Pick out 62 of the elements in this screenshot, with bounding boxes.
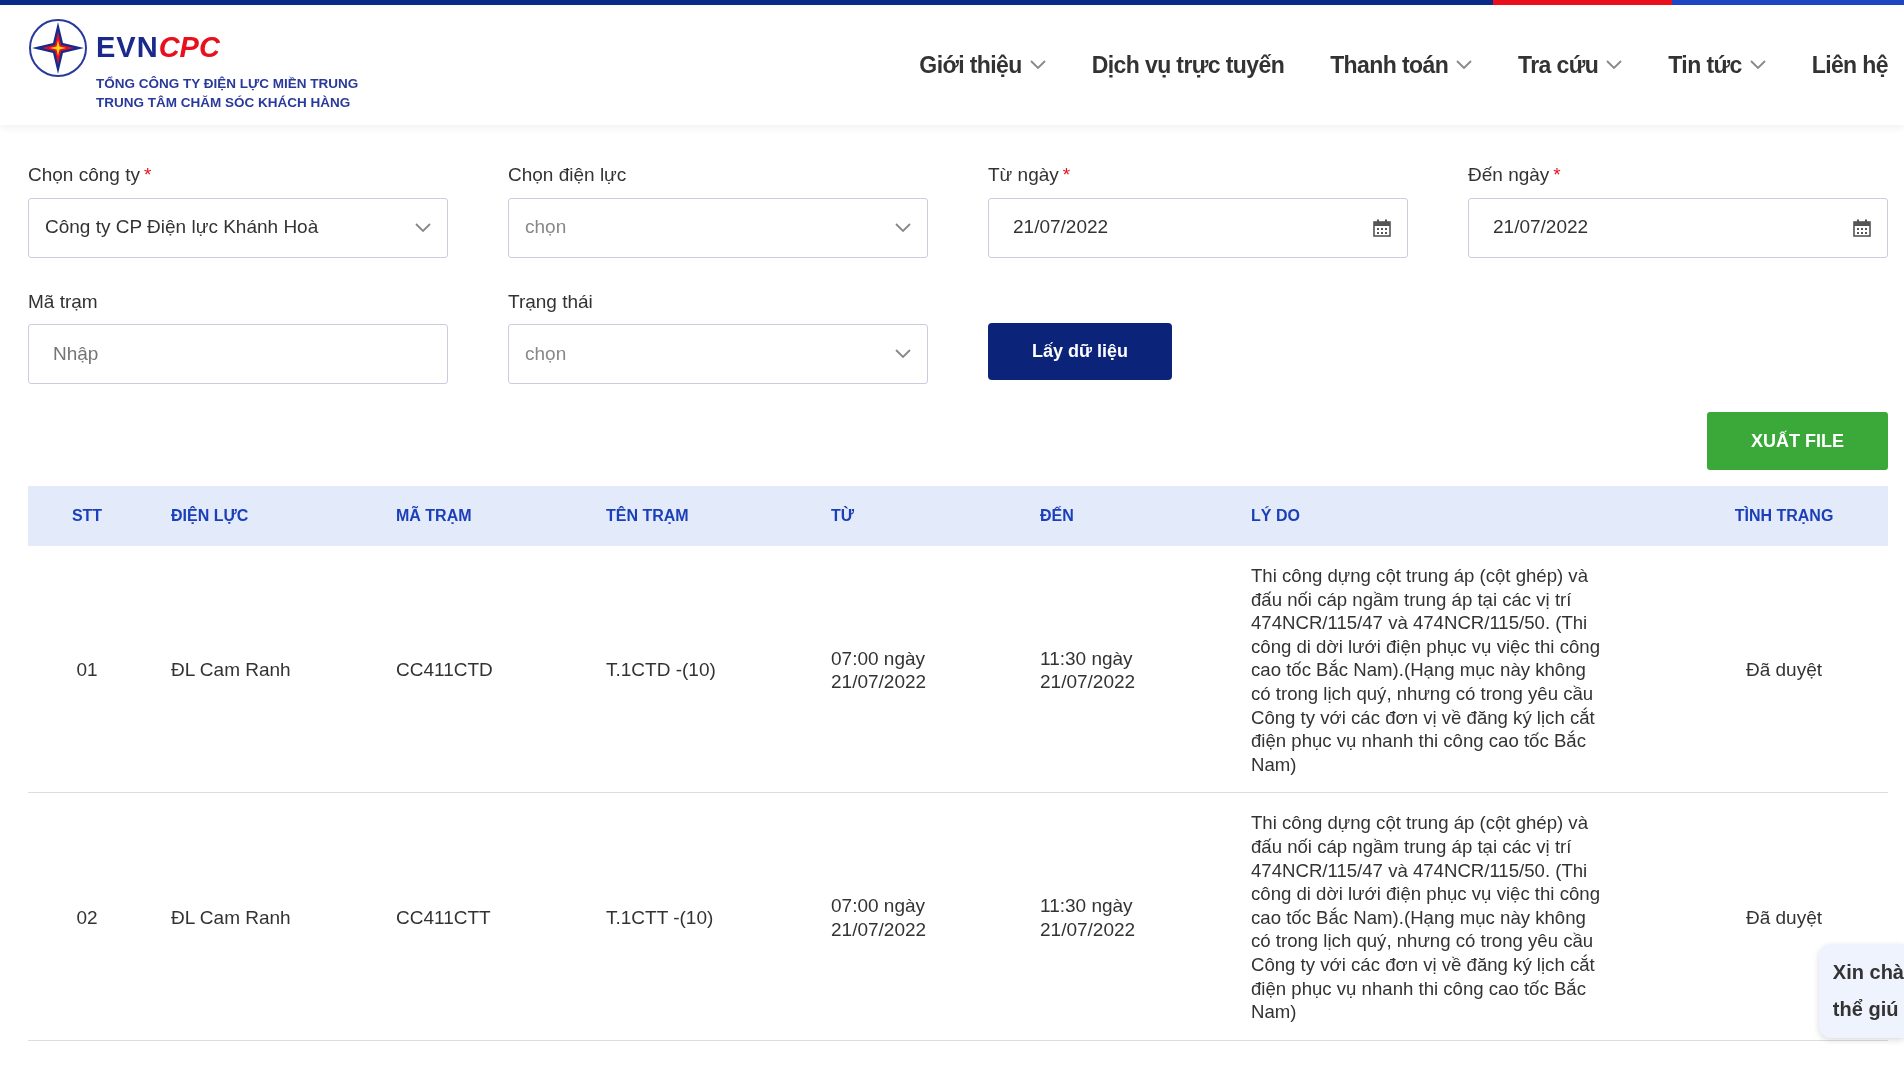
field-label: Mã trạm [28, 289, 98, 314]
input-field[interactable]: Nhập [28, 324, 448, 384]
column-header: TÊN TRẠM [605, 505, 690, 526]
table-cell: ĐL Cam Ranh [171, 659, 291, 681]
field-label: Từ ngày [988, 163, 1059, 187]
chevron-down-icon [895, 222, 911, 233]
date-field[interactable]: 21/07/2022 [1468, 197, 1888, 258]
table-cell: 01 [76, 659, 98, 681]
field-label: Chọn công ty [28, 163, 140, 187]
table-cell-text: 11:30 ngày 21/07/2022 [1040, 893, 1137, 942]
select-field[interactable]: chọn [508, 324, 928, 384]
column-header: STT [70, 506, 104, 526]
table-cell: ĐL Cam Ranh [171, 906, 291, 928]
nav-link[interactable]: Liên hệ [1811, 47, 1888, 83]
logo-subtitle: TRUNG TÂM CHĂM SÓC KHÁCH HÀNG [96, 93, 352, 112]
logo-drawing [28, 18, 88, 79]
required-mark: * [1062, 163, 1071, 187]
get-data-button[interactable]: Lấy dữ liệu [988, 323, 1172, 380]
table-cell-text: 07:00 ngày 21/07/2022 [831, 893, 928, 942]
chevron-down-icon [1456, 60, 1473, 70]
chat-text: Xin chà [1832, 960, 1904, 985]
table-cell: Đã duyệt [1745, 906, 1822, 928]
calendar-icon [1853, 218, 1871, 237]
chevron-down-icon [1029, 60, 1046, 70]
chevron-down-icon [895, 349, 911, 359]
required-mark: * [1553, 163, 1561, 187]
table-cell: Đã duyệt [1745, 659, 1822, 681]
table-cell: T.1CTD -(10) [606, 659, 716, 681]
calendar-icon [1373, 218, 1391, 237]
select-field[interactable]: Công ty CP Điện lực Khánh Hoà [28, 197, 448, 258]
table-cell: T.1CTT -(10) [606, 906, 714, 928]
chevron-down-icon [415, 222, 431, 233]
column-header: MÃ TRẠM [395, 505, 473, 526]
column-header: LÝ DO [1250, 505, 1301, 526]
field-label: Chọn điện lực [508, 163, 627, 187]
table-cell: 02 [76, 906, 98, 928]
column-header: TÌNH TRẠNG [1733, 505, 1835, 526]
table-cell: CC411CTD [396, 659, 493, 681]
field-label: Trạng thái [508, 289, 593, 314]
column-header: TỪ [830, 505, 856, 526]
nav-link[interactable]: Tin tức [1668, 47, 1766, 83]
table-cell-text: 11:30 ngày 21/07/2022 [1040, 646, 1137, 694]
logo-text: EVN [96, 30, 159, 66]
table-cell-text: 07:00 ngày 21/07/2022 [831, 646, 928, 694]
nav-link[interactable]: Giới thiệu [919, 47, 1046, 83]
logo-text: CPC [158, 30, 220, 66]
chevron-down-icon [1606, 60, 1623, 70]
date-field[interactable]: 21/07/2022 [988, 197, 1408, 258]
table-cell-text: Thi công dựng cột trung áp (cột ghép) và đấu nối cáp ngầm trung áp tại các vị trí 474NCR/115/47 và 474NCR/115/50. (Thi công di dời lưới điện phục vụ việc thi công cao tốc Bắc Nam).(Hạng mục này không có trong lịch quý, nhưng có trong yêu cầu Công ty với các đơn vị về đăng ký lịch cắt điện phục vụ nhanh thi công cao tốc Bắc Nam) [1251, 564, 1601, 777]
chat-text: thể giú [1832, 997, 1900, 1022]
table-cell-text: Thi công dựng cột trung áp (cột ghép) và đấu nối cáp ngầm trung áp tại các vị trí 474NCR/115/47 và 474NCR/115/50. (Thi công di dời lưới điện phục vụ việc thi công cao tốc Bắc Nam).(Hạng mục này không có trong lịch quý, nhưng có trong yêu cầu Công ty với các đơn vị về đăng ký lịch cắt điện phục vụ nhanh thi công cao tốc Bắc Nam) [1251, 811, 1601, 1024]
nav-link[interactable]: Tra cứu [1518, 47, 1623, 83]
chevron-down-icon [1749, 60, 1766, 70]
table-cell: CC411CTT [396, 906, 491, 928]
select-field[interactable]: chọn [508, 197, 928, 258]
required-mark: * [143, 163, 152, 187]
nav-link[interactable]: Dịch vụ trực tuyến [1091, 47, 1285, 83]
logo-subtitle: TỔNG CÔNG TY ĐIỆN LỰC MIỀN TRUNG [96, 74, 359, 93]
column-header: ĐIỆN LỰC [170, 505, 250, 526]
field-label: Đến ngày [1468, 163, 1550, 187]
column-header: ĐẾN [1039, 505, 1075, 526]
nav-link[interactable]: Thanh toán [1330, 47, 1473, 83]
